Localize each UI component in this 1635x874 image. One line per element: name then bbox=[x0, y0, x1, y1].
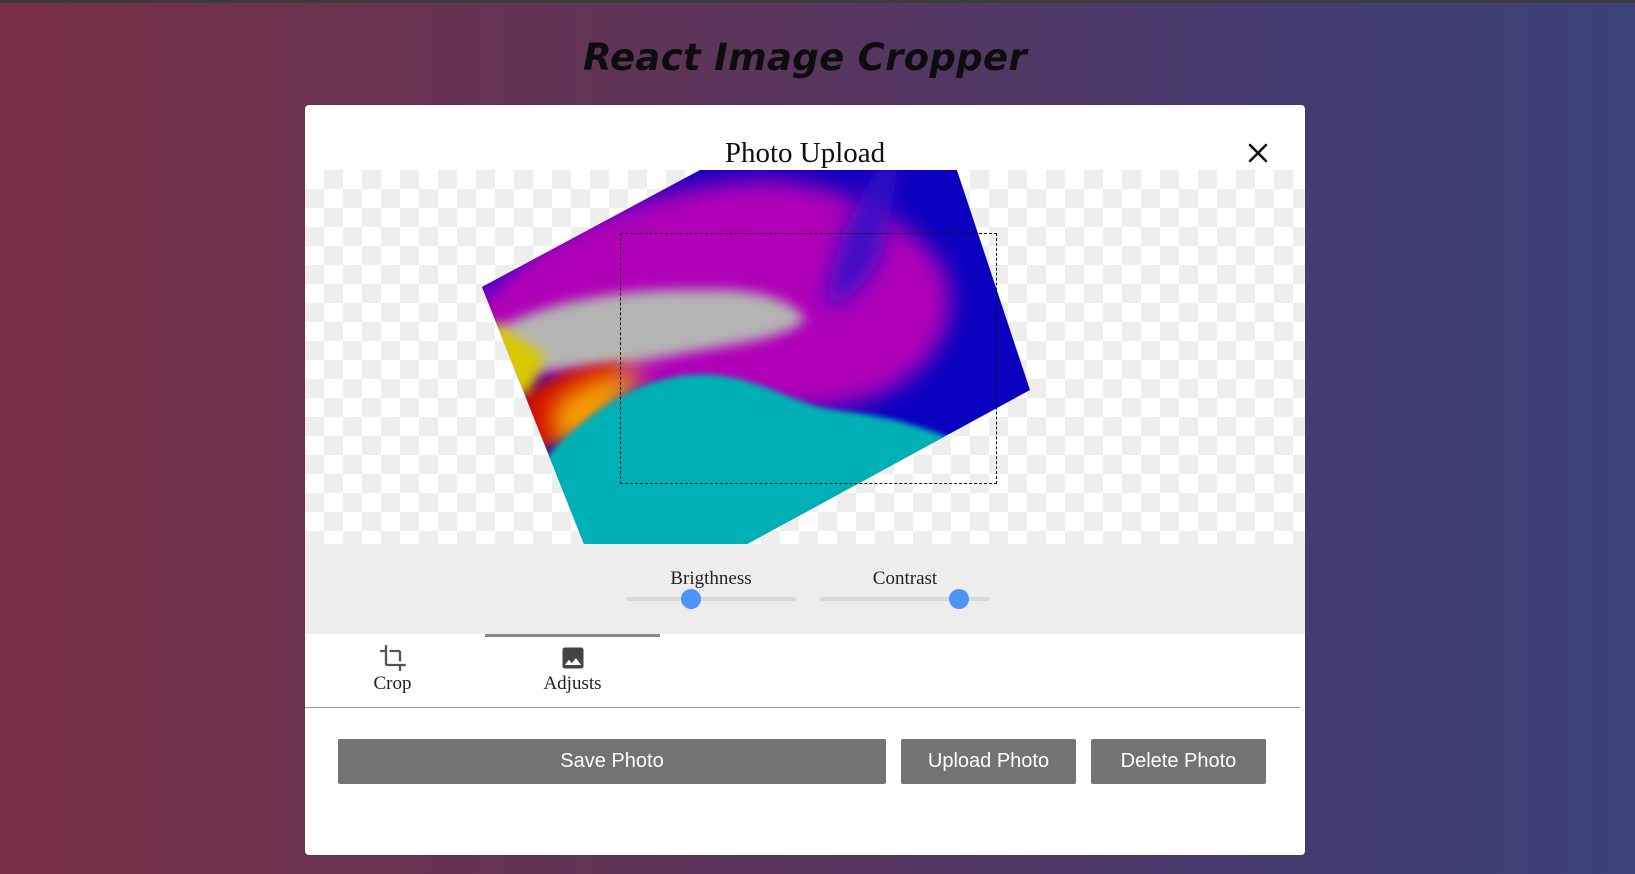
adjustments-panel: Brigthness Contrast bbox=[305, 544, 1305, 634]
tab-adjusts[interactable]: Adjusts bbox=[485, 634, 660, 707]
image-icon bbox=[562, 647, 583, 669]
window-top-border bbox=[0, 0, 1635, 3]
crop-selection-box[interactable] bbox=[620, 233, 997, 484]
brightness-label: Brigthness bbox=[670, 568, 752, 589]
contrast-control: Contrast bbox=[820, 568, 990, 609]
tab-adjusts-label: Adjusts bbox=[543, 673, 602, 694]
photo-upload-modal: Photo Upload Brigthness Contrast Crop Ad… bbox=[305, 105, 1305, 855]
brightness-slider-thumb[interactable] bbox=[680, 589, 701, 609]
tab-crop-label: Crop bbox=[373, 673, 412, 694]
close-icon bbox=[1248, 143, 1268, 163]
image-canvas[interactable] bbox=[305, 170, 1305, 544]
crop-icon bbox=[379, 645, 406, 671]
contrast-slider-thumb[interactable] bbox=[949, 589, 970, 609]
editor-tabs: Crop Adjusts bbox=[305, 634, 1300, 708]
save-photo-button[interactable]: Save Photo bbox=[338, 739, 886, 784]
tab-crop[interactable]: Crop bbox=[305, 634, 480, 707]
brightness-slider-track[interactable] bbox=[626, 597, 796, 601]
delete-photo-button[interactable]: Delete Photo bbox=[1091, 739, 1266, 784]
brightness-control: Brigthness bbox=[626, 568, 796, 609]
upload-photo-button[interactable]: Upload Photo bbox=[901, 739, 1076, 784]
app-title: React Image Cropper bbox=[583, 36, 1027, 79]
modal-title: Photo Upload bbox=[724, 137, 886, 169]
contrast-label: Contrast bbox=[872, 568, 938, 589]
close-button[interactable] bbox=[1244, 139, 1272, 167]
